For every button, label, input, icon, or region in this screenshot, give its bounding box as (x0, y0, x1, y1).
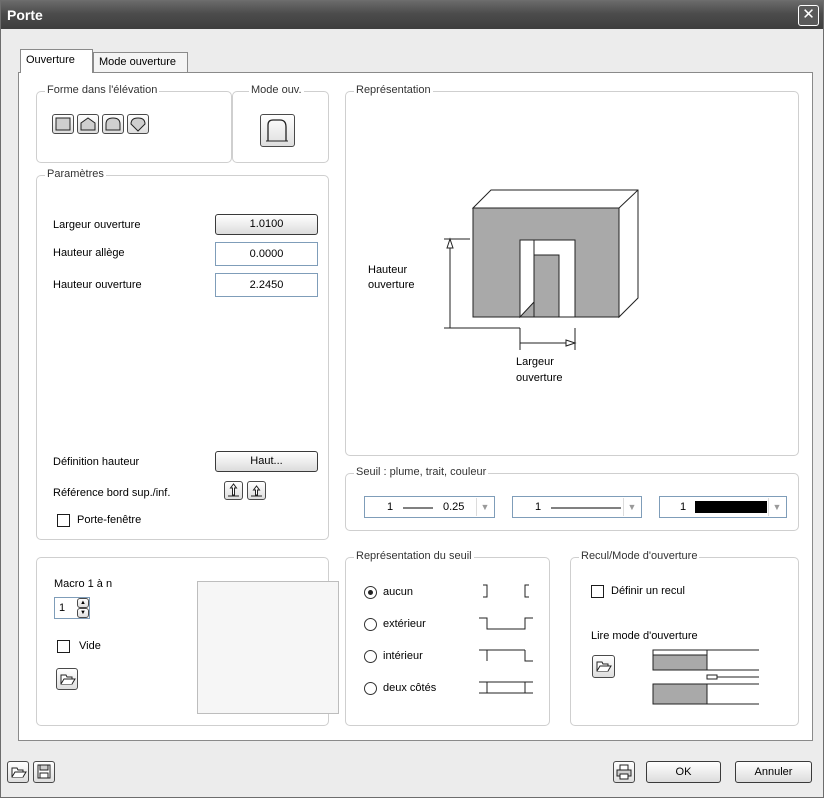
mode-ouv-group-title: Mode ouv. (249, 84, 304, 96)
seuil-line-value: 1 (535, 501, 542, 513)
macro-number-value: 1 (59, 602, 66, 614)
largeur-ouverture-button[interactable]: 1.0100 (215, 214, 318, 235)
seuil-preview-symbols (479, 584, 533, 694)
reference-bord-label: Référence bord sup./inf. (53, 487, 171, 499)
representation-group: Représentation Hauteur ouverture Largeur… (345, 84, 799, 456)
seuil-color-combo[interactable]: 1 ▼ (659, 496, 787, 518)
definir-recul-label: Définir un recul (611, 585, 685, 597)
macro-label: Macro 1 à n (54, 578, 113, 590)
parametres-group-title: Paramètres (45, 168, 106, 180)
arrow-up-bottom-icon[interactable] (247, 481, 266, 500)
arch-shape-icon[interactable] (102, 114, 124, 134)
radio-interieur-label: intérieur (383, 650, 423, 662)
open-folder-icon[interactable] (7, 761, 29, 783)
radio-deux-cotes[interactable] (364, 682, 377, 695)
macro-preview (197, 581, 339, 714)
dialog-window: Porte ✕ Ouverture Mode ouverture Forme d… (0, 0, 824, 798)
hauteur-label-line2: ouverture (368, 279, 415, 291)
hauteur-allege-label: Hauteur allège (53, 247, 125, 259)
spin-down-icon[interactable]: ▼ (77, 608, 89, 618)
seuil-group: Seuil : plume, trait, couleur 1 0.25 ▼ 1… (345, 466, 799, 531)
tab-panel: Forme dans l'élévation Mode ouv. Représe… (18, 72, 813, 741)
largeur-label-line1: Largeur (516, 356, 554, 368)
arrow-up-top-icon[interactable] (224, 481, 243, 500)
macro-group: Macro 1 à n 1 ▲ ▼ Vide (36, 557, 339, 726)
seuil-group-title: Seuil : plume, trait, couleur (354, 466, 489, 478)
tab-mode-ouverture-label: Mode ouverture (99, 56, 177, 68)
close-icon[interactable]: ✕ (798, 5, 819, 26)
open-folder-icon[interactable] (56, 668, 78, 690)
gable-shape-icon[interactable] (77, 114, 99, 134)
tab-mode-ouverture[interactable]: Mode ouverture (93, 52, 188, 73)
chevron-down-icon[interactable]: ▼ (768, 498, 785, 516)
color-swatch (695, 501, 767, 513)
seuil-thickness-value: 0.25 (443, 501, 465, 513)
lire-mode-label: Lire mode d'ouverture (591, 630, 698, 642)
largeur-label-line2: ouverture (516, 372, 563, 384)
radio-deux-cotes-label: deux côtés (383, 682, 437, 694)
window-title: Porte (7, 7, 43, 23)
door-opening-mode-icon[interactable] (260, 114, 295, 147)
porte-fenetre-label: Porte-fenêtre (77, 514, 142, 526)
vide-checkbox[interactable] (57, 640, 70, 653)
radio-aucun-label: aucun (383, 586, 413, 598)
seuil-color-value: 1 (680, 501, 687, 513)
tab-ouverture[interactable]: Ouverture (20, 49, 93, 73)
print-icon[interactable] (613, 761, 635, 783)
seuil-pen-value: 1 (387, 501, 394, 513)
radio-exterieur[interactable] (364, 618, 377, 631)
largeur-ouverture-label: Largeur ouverture (53, 219, 141, 231)
hauteur-label-line1: Hauteur (368, 264, 408, 276)
forme-group: Forme dans l'élévation (36, 84, 232, 163)
repr-seuil-group-title: Représentation du seuil (354, 550, 474, 562)
title-bar: Porte ✕ (1, 1, 823, 29)
door-diagram (444, 189, 639, 350)
spin-up-icon[interactable]: ▲ (77, 598, 89, 608)
radio-interieur[interactable] (364, 650, 377, 663)
recul-group: Recul/Mode d'ouverture Définir un recul … (570, 550, 799, 726)
radio-aucun[interactable] (364, 586, 377, 599)
seuil-pen-combo[interactable]: 1 0.25 ▼ (364, 496, 495, 518)
hauteur-ouverture-field[interactable]: 2.2450 (215, 273, 318, 297)
open-folder-icon[interactable] (592, 655, 615, 678)
recul-group-title: Recul/Mode d'ouverture (579, 550, 700, 562)
parametres-group: Paramètres Largeur ouverture 1.0100 Haut… (36, 168, 329, 540)
pointed-shape-icon[interactable] (127, 114, 149, 134)
hauteur-allege-field[interactable]: 0.0000 (215, 242, 318, 266)
definition-hauteur-label: Définition hauteur (53, 456, 140, 468)
recul-preview-diagram (652, 649, 759, 705)
ok-button[interactable]: OK (646, 761, 721, 783)
tab-ouverture-label: Ouverture (26, 54, 75, 66)
porte-fenetre-checkbox[interactable] (57, 514, 70, 527)
mode-ouv-group: Mode ouv. (232, 84, 329, 163)
definition-hauteur-button[interactable]: Haut... (215, 451, 318, 472)
repr-seuil-group: Représentation du seuil aucun extérieur … (345, 550, 550, 726)
save-icon[interactable] (33, 761, 55, 783)
rectangle-shape-icon[interactable] (52, 114, 74, 134)
chevron-down-icon[interactable]: ▼ (476, 498, 493, 516)
cancel-button[interactable]: Annuler (735, 761, 812, 783)
hauteur-ouverture-label: Hauteur ouverture (53, 279, 142, 291)
chevron-down-icon[interactable]: ▼ (623, 498, 640, 516)
seuil-line-combo[interactable]: 1 ▼ (512, 496, 642, 518)
forme-group-title: Forme dans l'élévation (45, 84, 160, 96)
definir-recul-checkbox[interactable] (591, 585, 604, 598)
radio-exterieur-label: extérieur (383, 618, 426, 630)
vide-label: Vide (79, 640, 101, 652)
